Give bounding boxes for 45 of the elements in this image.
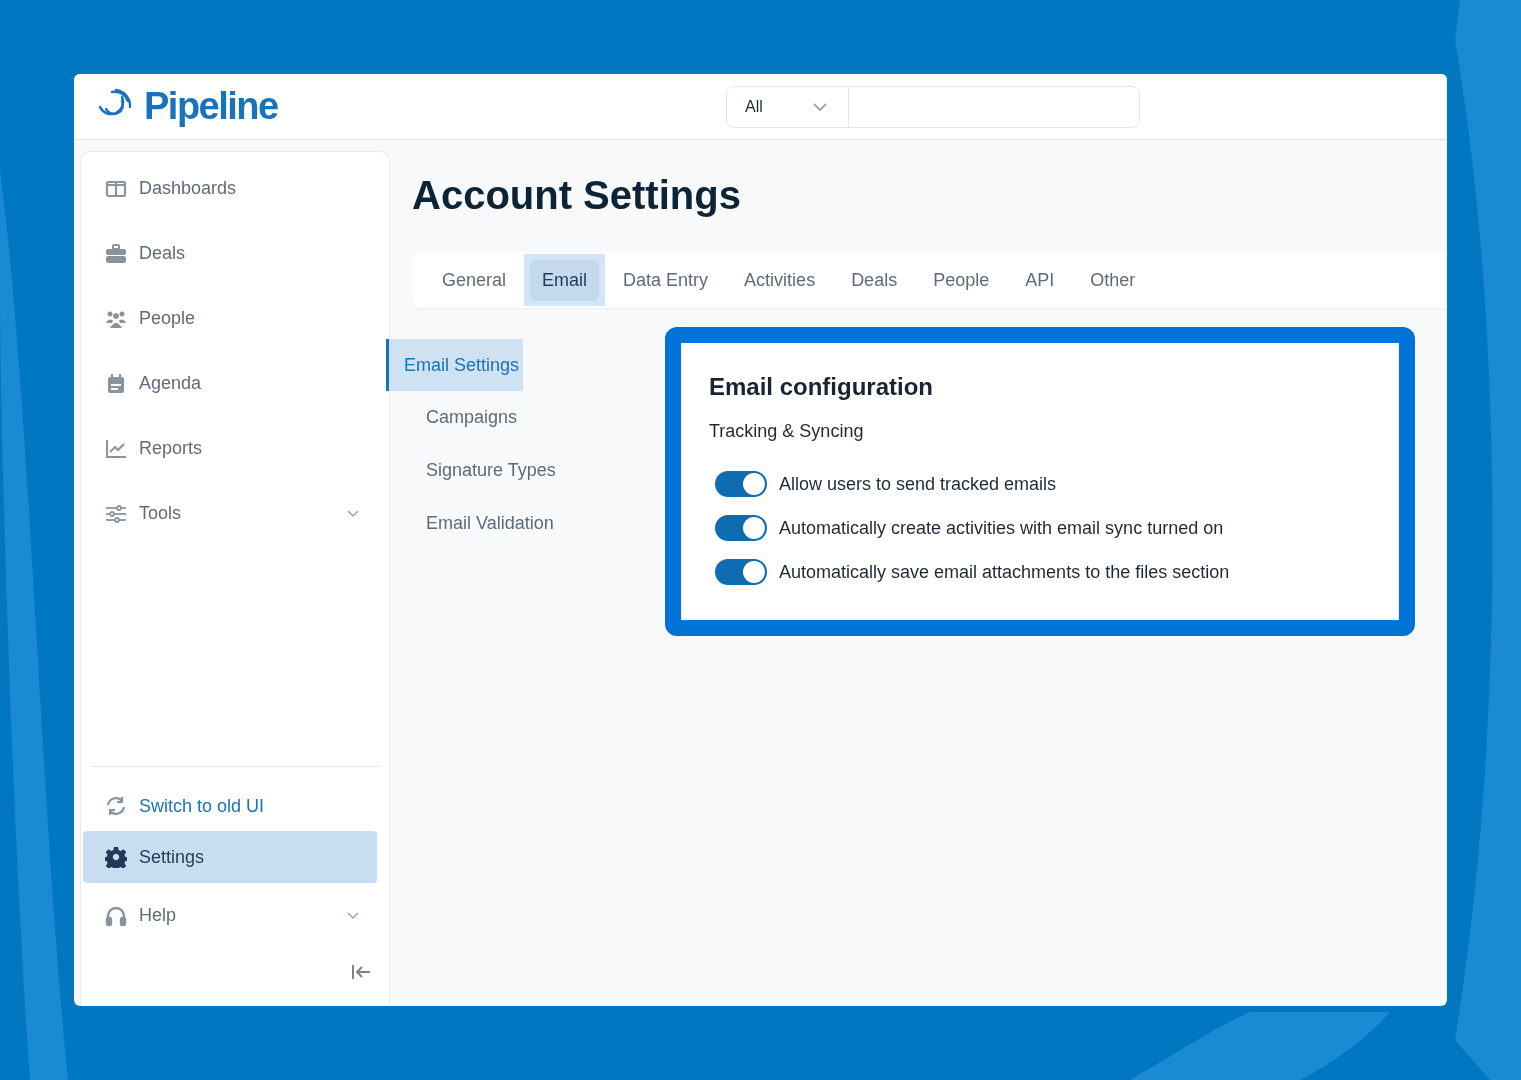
headset-icon [105,904,127,927]
tab[interactable]: General [424,252,525,308]
calendar-icon [105,373,127,394]
settings-nav-item[interactable]: Email Settings [386,339,524,391]
sidebar-item[interactable]: Reports [81,416,389,481]
chevron-down-icon [347,911,359,920]
toggle-switch[interactable] [715,515,767,541]
toggle-switch[interactable] [715,471,767,497]
sidebar-item[interactable]: Help [81,883,389,948]
tab[interactable]: API [1007,252,1073,308]
chevron-down-icon [812,101,828,112]
sidebar-item[interactable]: People [81,286,389,351]
sidebar-item[interactable]: Tools [81,481,389,546]
toggle-label: Automatically create activities with email sync turned on [779,517,1224,539]
briefcase-icon [105,243,127,264]
refresh-icon [105,796,127,816]
tab[interactable]: People [915,252,1008,308]
tab[interactable]: Deals [833,252,916,308]
line-chart-icon [105,438,127,459]
settings-nav-item[interactable]: Signature Types [386,444,665,497]
sliders-icon [105,503,127,524]
toggle-label: Automatically save email attachments to the files section [779,561,1230,583]
section-label: Tracking & Syncing [709,421,865,442]
sidebar-item[interactable]: Deals [81,221,389,286]
scope-dropdown[interactable]: All [727,86,849,127]
tab[interactable]: Other [1072,252,1154,308]
search-field[interactable]: All [726,85,1140,128]
sidebar-item[interactable]: Agenda [81,351,389,416]
tab[interactable]: Data Entry [605,252,727,308]
settings-icon [105,846,127,868]
sidebar-item[interactable]: Dashboards [81,156,389,221]
tab[interactable]: Activities [726,252,834,308]
settings-nav-item[interactable]: Email Validation [386,497,665,550]
dashboard-icon [105,178,127,199]
toggle-label: Allow users to send tracked emails [779,473,1057,495]
logo-text: Pipeline [144,85,278,128]
sidebar-item[interactable]: Settings [83,831,377,883]
toggle-switch[interactable] [715,559,767,585]
card-title: Email configuration [709,373,934,401]
page-title: Account Settings [412,173,742,218]
tab[interactable]: Email [524,254,606,306]
settings-nav-item[interactable]: Campaigns [386,391,665,444]
switch-ui-link[interactable]: Switch to old UI [81,781,389,831]
chevron-down-icon [347,509,359,518]
collapse-sidebar-icon[interactable] [351,964,371,980]
